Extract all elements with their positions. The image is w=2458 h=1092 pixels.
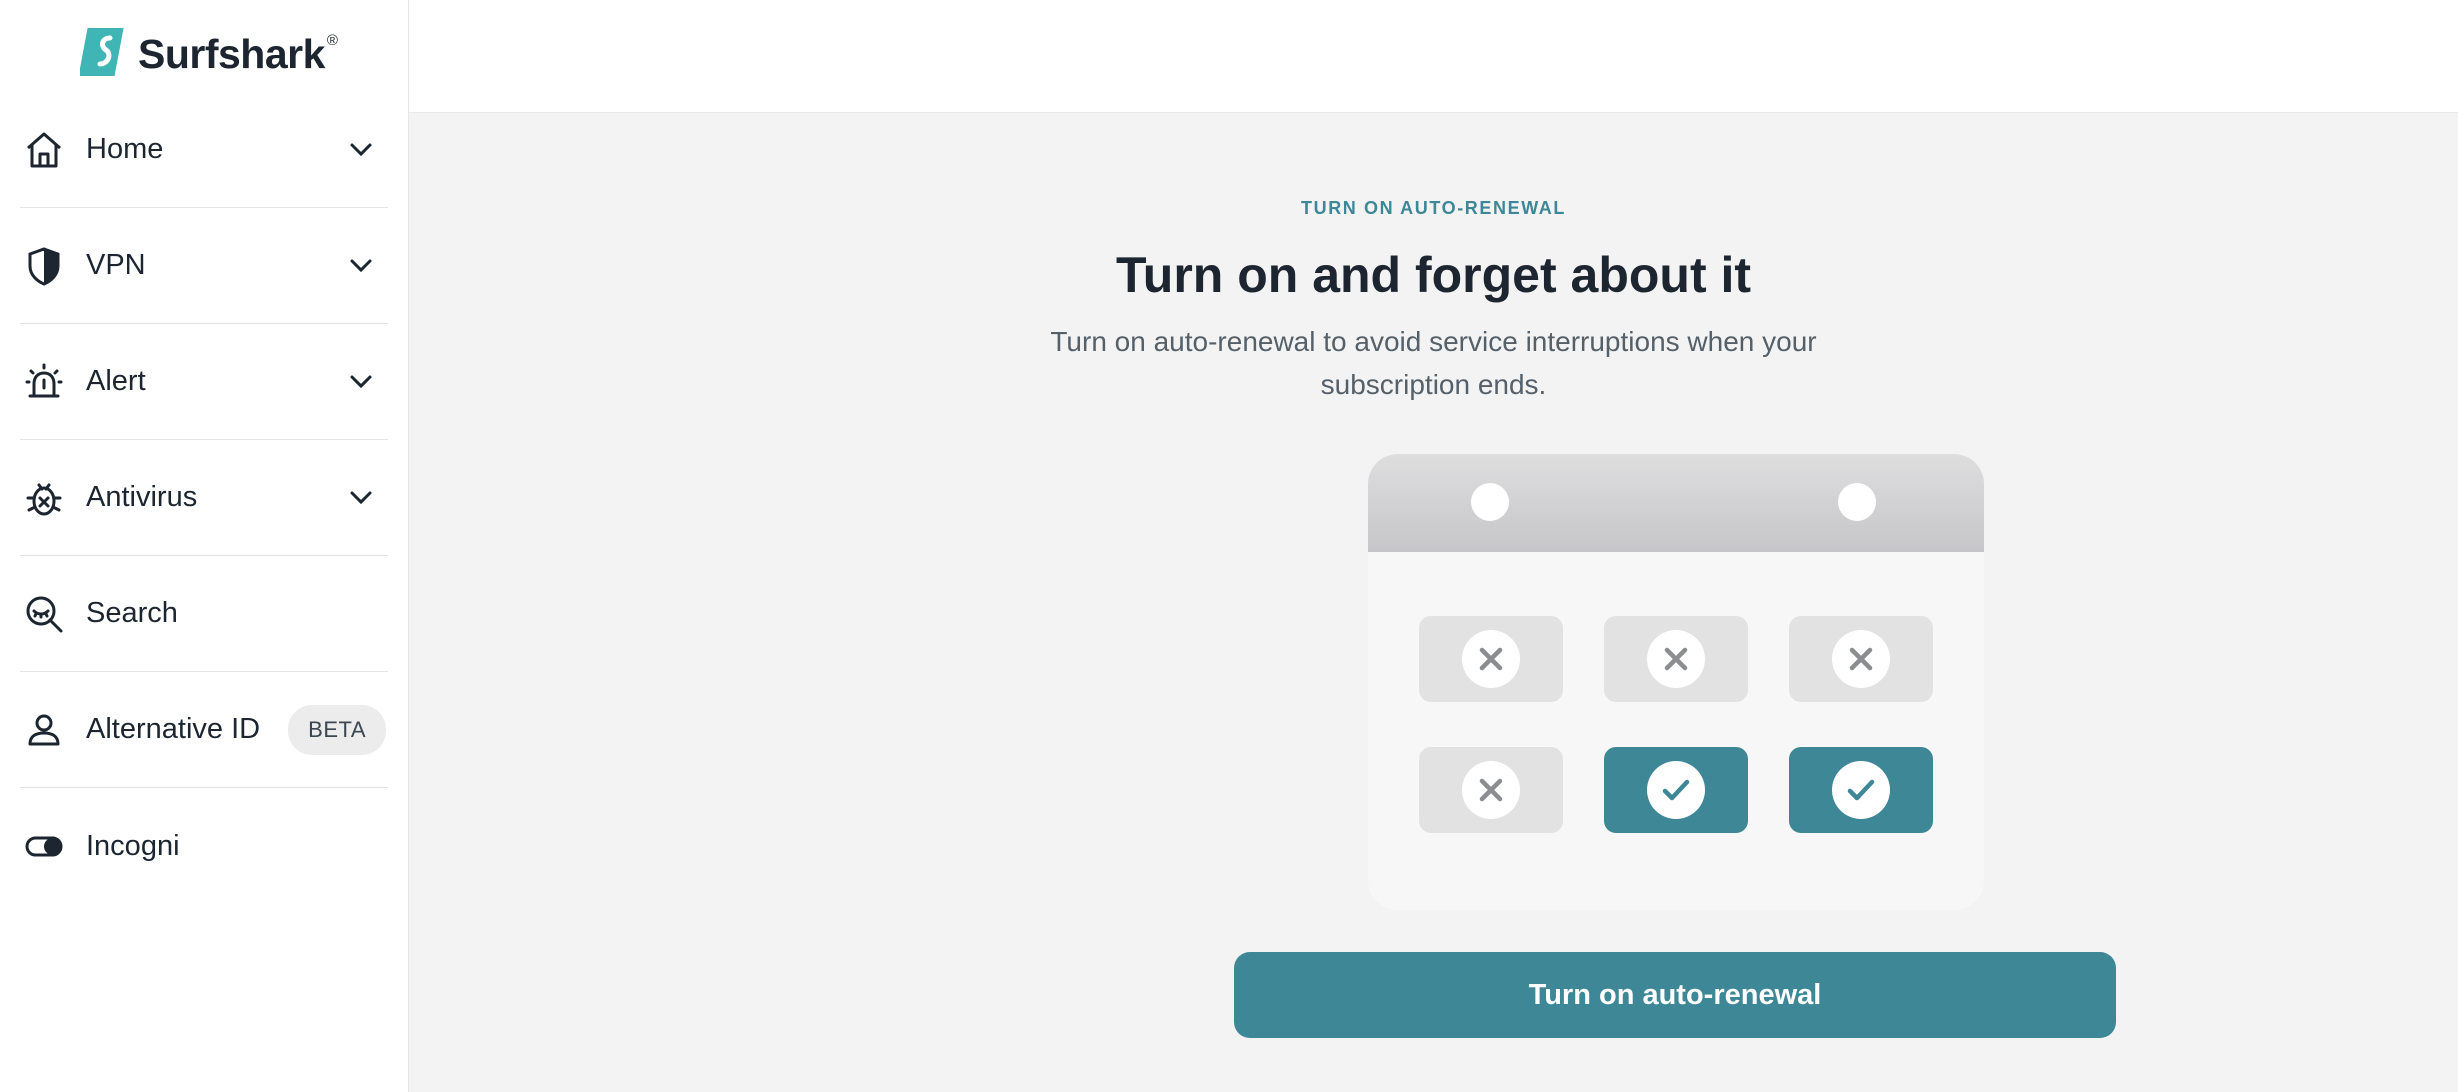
sidebar-item-incogni[interactable]: Incogni	[20, 788, 388, 904]
calendar-cell-off	[1789, 616, 1933, 702]
eyebrow-label: TURN ON AUTO-RENEWAL	[1301, 198, 1566, 218]
x-icon	[1647, 630, 1705, 688]
turn-on-auto-renewal-button[interactable]: Turn on auto-renewal	[1234, 952, 2116, 1038]
page-title: Turn on and forget about it	[1115, 247, 1752, 303]
toggle-icon	[22, 824, 66, 868]
sidebar-item-label: VPN	[86, 249, 146, 281]
shield-icon	[22, 244, 66, 288]
user-icon	[22, 708, 66, 752]
calendar-ring	[1471, 483, 1509, 521]
sidebar-item-label: Alert	[86, 365, 146, 397]
page-description: Turn on auto-renewal to avoid service in…	[1050, 326, 1817, 400]
brand-name: Surfshark	[138, 31, 325, 77]
sidebar-nav: Home VPN Alert Antivirus Search Alternat…	[20, 92, 388, 904]
calendar-ring	[1838, 483, 1876, 521]
search-eye-icon	[22, 592, 66, 636]
surfshark-logo[interactable]: Surfshark ®	[78, 24, 338, 85]
alarm-icon	[22, 360, 66, 404]
surfshark-logo-icon	[78, 24, 128, 85]
registered-mark: ®	[326, 32, 338, 49]
check-icon	[1647, 761, 1705, 819]
x-icon	[1462, 761, 1520, 819]
x-icon	[1832, 630, 1890, 688]
calendar-illustration	[1368, 454, 1984, 910]
sidebar-item-alternative-id[interactable]: Alternative ID BETA	[20, 672, 388, 788]
sidebar-item-alert[interactable]: Alert	[20, 324, 388, 440]
sidebar: Surfshark ® Home VPN Alert Antivirus Sea…	[0, 0, 409, 1092]
calendar-cell-off	[1419, 747, 1563, 833]
sidebar-item-label: Alternative ID	[86, 713, 261, 745]
top-bar	[409, 0, 2458, 113]
sidebar-item-vpn[interactable]: VPN	[20, 208, 388, 324]
home-icon	[22, 128, 66, 172]
chevron-down-icon[interactable]	[348, 369, 374, 395]
chevron-down-icon[interactable]	[348, 253, 374, 279]
sidebar-item-label: Incogni	[86, 829, 180, 862]
sidebar-item-label: Home	[86, 133, 164, 165]
calendar-cell-off	[1419, 616, 1563, 702]
chevron-down-icon[interactable]	[348, 485, 374, 511]
main-content: TURN ON AUTO-RENEWAL Turn on and forget …	[409, 112, 2458, 1092]
sidebar-item-label: Search	[86, 597, 178, 629]
sidebar-item-label: Antivirus	[86, 481, 198, 513]
calendar-header	[1368, 454, 1984, 552]
sidebar-item-search[interactable]: Search	[20, 556, 388, 672]
check-icon	[1832, 761, 1890, 819]
x-icon	[1462, 630, 1520, 688]
calendar-cell-on	[1604, 747, 1748, 833]
chevron-down-icon[interactable]	[348, 137, 374, 163]
calendar-cell-off	[1604, 616, 1748, 702]
calendar-cell-on	[1789, 747, 1933, 833]
sidebar-item-antivirus[interactable]: Antivirus	[20, 440, 388, 556]
bug-icon	[22, 476, 66, 520]
sidebar-item-home[interactable]: Home	[20, 92, 388, 208]
beta-badge: BETA	[288, 704, 386, 755]
